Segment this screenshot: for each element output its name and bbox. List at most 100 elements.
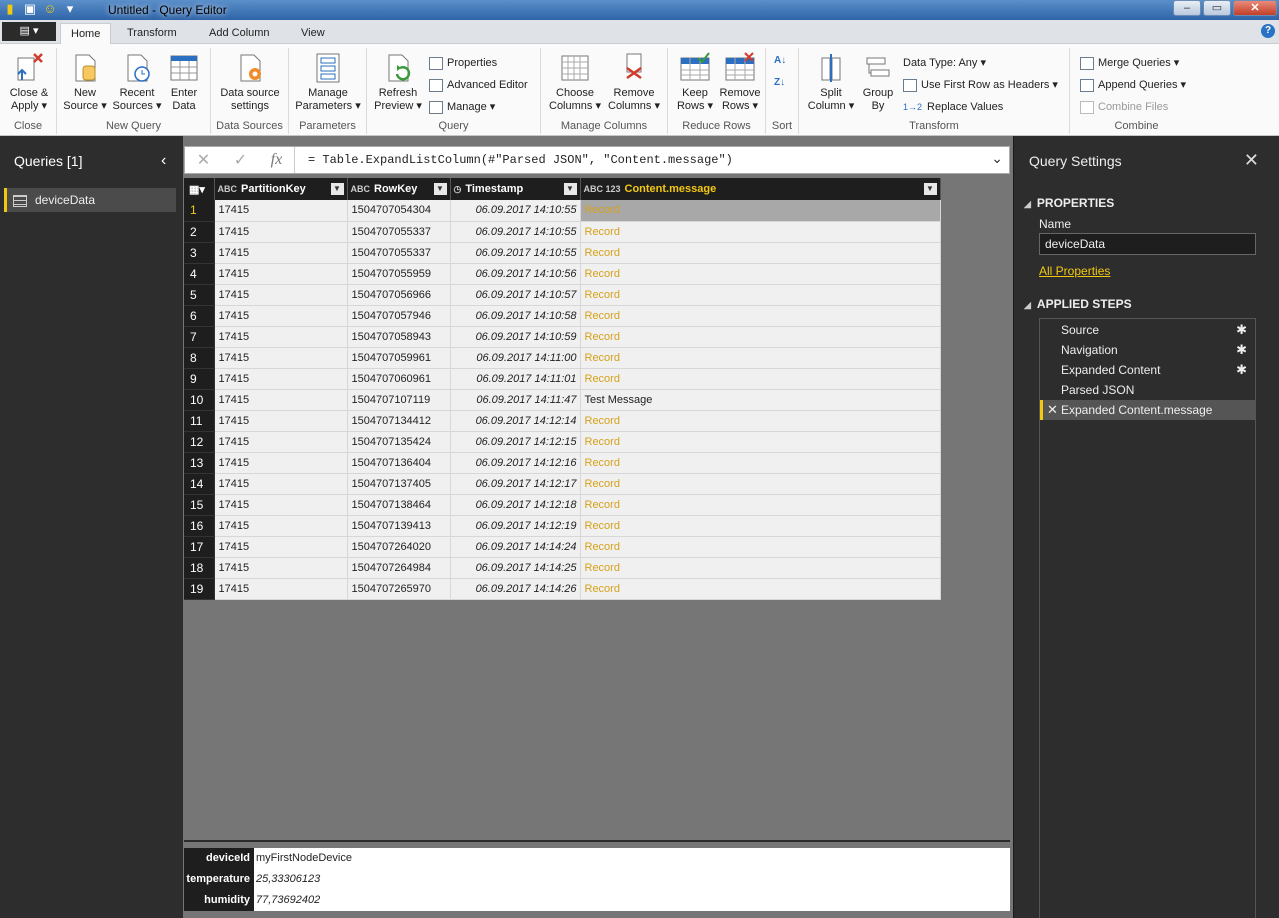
- row-number[interactable]: 18: [184, 557, 215, 579]
- maximize-button[interactable]: ▭: [1203, 0, 1231, 16]
- keep-rows-button[interactable]: Keep Rows ▾: [674, 50, 716, 113]
- row-key-cell[interactable]: 1504707264984: [347, 557, 451, 579]
- row-number[interactable]: 3: [184, 242, 215, 264]
- timestamp-cell[interactable]: 06.09.2017 14:11:01: [450, 368, 581, 390]
- help-icon[interactable]: ?: [1261, 24, 1275, 38]
- partition-key-cell[interactable]: 17415: [214, 263, 348, 285]
- detail-value[interactable]: myFirstNodeDevice: [254, 848, 1010, 869]
- row-number[interactable]: 14: [184, 473, 215, 495]
- content-message-cell[interactable]: Record: [580, 263, 941, 285]
- step-settings-gear-icon[interactable]: ✱: [1236, 360, 1247, 380]
- content-message-cell[interactable]: Record: [580, 200, 941, 222]
- group-by-button[interactable]: Group By: [859, 50, 897, 113]
- row-number[interactable]: 9: [184, 368, 215, 390]
- content-message-cell[interactable]: Record: [580, 557, 941, 579]
- content-message-cell[interactable]: Record: [580, 536, 941, 558]
- new-source-button[interactable]: New Source ▾: [61, 50, 109, 113]
- column-type-icon[interactable]: ABC: [218, 184, 238, 194]
- close-apply-button[interactable]: Close & Apply ▾: [6, 50, 52, 113]
- row-key-cell[interactable]: 1504707057946: [347, 305, 451, 327]
- row-key-cell[interactable]: 1504707055959: [347, 263, 451, 285]
- partition-key-cell[interactable]: 17415: [214, 578, 348, 600]
- timestamp-cell[interactable]: 06.09.2017 14:10:58: [450, 305, 581, 327]
- timestamp-cell[interactable]: 06.09.2017 14:10:57: [450, 284, 581, 306]
- enter-data-button[interactable]: Enter Data: [165, 50, 203, 113]
- timestamp-cell[interactable]: 06.09.2017 14:14:25: [450, 557, 581, 579]
- detail-value[interactable]: 77,73692402: [254, 890, 1010, 911]
- applied-steps-section[interactable]: ◢ APPLIED STEPS: [1024, 297, 1132, 311]
- row-number[interactable]: 8: [184, 347, 215, 369]
- row-key-cell[interactable]: 1504707264020: [347, 536, 451, 558]
- row-key-cell[interactable]: 1504707265970: [347, 578, 451, 600]
- query-name-input[interactable]: deviceData: [1039, 233, 1256, 255]
- partition-key-cell[interactable]: 17415: [214, 221, 348, 243]
- partition-key-cell[interactable]: 17415: [214, 452, 348, 474]
- content-message-cell[interactable]: Record: [580, 326, 941, 348]
- table-menu-icon[interactable]: ▦▾: [184, 178, 215, 200]
- row-key-cell[interactable]: 1504707058943: [347, 326, 451, 348]
- applied-step[interactable]: ✕ Expanded Content.message: [1040, 400, 1255, 420]
- all-properties-link[interactable]: All Properties: [1039, 264, 1110, 278]
- tab-transform[interactable]: Transform: [117, 23, 187, 44]
- use-first-row-headers-button[interactable]: Use First Row as Headers ▾: [903, 76, 1058, 94]
- timestamp-cell[interactable]: 06.09.2017 14:10:55: [450, 242, 581, 264]
- row-number[interactable]: 1: [184, 200, 215, 222]
- content-message-cell[interactable]: Record: [580, 452, 941, 474]
- row-number[interactable]: 13: [184, 452, 215, 474]
- row-key-cell[interactable]: 1504707137405: [347, 473, 451, 495]
- timestamp-cell[interactable]: 06.09.2017 14:11:47: [450, 389, 581, 411]
- minimize-button[interactable]: –: [1173, 0, 1201, 16]
- partition-key-cell[interactable]: 17415: [214, 242, 348, 264]
- timestamp-cell[interactable]: 06.09.2017 14:10:56: [450, 263, 581, 285]
- row-number[interactable]: 7: [184, 326, 215, 348]
- column-header-1[interactable]: ABC RowKey ▼: [347, 178, 451, 200]
- row-number[interactable]: 10: [184, 389, 215, 411]
- cancel-formula-icon[interactable]: ✕: [197, 150, 210, 170]
- partition-key-cell[interactable]: 17415: [214, 284, 348, 306]
- step-settings-gear-icon[interactable]: ✱: [1236, 320, 1247, 340]
- step-settings-gear-icon[interactable]: ✱: [1236, 340, 1247, 360]
- data-source-settings-button[interactable]: Data source settings: [215, 50, 285, 113]
- partition-key-cell[interactable]: 17415: [214, 557, 348, 579]
- advanced-editor-button[interactable]: Advanced Editor: [429, 76, 528, 94]
- content-message-cell[interactable]: Record: [580, 494, 941, 516]
- content-message-cell[interactable]: Record: [580, 284, 941, 306]
- row-key-cell[interactable]: 1504707138464: [347, 494, 451, 516]
- remove-columns-button[interactable]: Remove Columns ▾: [605, 50, 663, 113]
- manage-parameters-button[interactable]: Manage Parameters ▾: [291, 50, 365, 113]
- row-key-cell[interactable]: 1504707055337: [347, 242, 451, 264]
- column-type-icon[interactable]: ABC 123: [584, 184, 621, 194]
- row-key-cell[interactable]: 1504707059961: [347, 347, 451, 369]
- row-number[interactable]: 5: [184, 284, 215, 306]
- collapse-queries-icon[interactable]: ‹: [161, 152, 166, 170]
- timestamp-cell[interactable]: 06.09.2017 14:12:15: [450, 431, 581, 453]
- row-number[interactable]: 11: [184, 410, 215, 432]
- partition-key-cell[interactable]: 17415: [214, 473, 348, 495]
- row-number[interactable]: 4: [184, 263, 215, 285]
- column-header-0[interactable]: ABC PartitionKey ▼: [214, 178, 348, 200]
- tab-home[interactable]: Home: [60, 23, 112, 44]
- timestamp-cell[interactable]: 06.09.2017 14:10:59: [450, 326, 581, 348]
- combine-files-button[interactable]: Combine Files: [1080, 98, 1168, 116]
- partition-key-cell[interactable]: 17415: [214, 410, 348, 432]
- row-key-cell[interactable]: 1504707055337: [347, 221, 451, 243]
- content-message-cell[interactable]: Record: [580, 410, 941, 432]
- timestamp-cell[interactable]: 06.09.2017 14:12:14: [450, 410, 581, 432]
- applied-step[interactable]: Parsed JSON: [1040, 380, 1255, 400]
- content-message-cell[interactable]: Record: [580, 578, 941, 600]
- column-filter-dropdown-icon[interactable]: ▼: [923, 183, 937, 195]
- content-message-cell[interactable]: Record: [580, 368, 941, 390]
- partition-key-cell[interactable]: 17415: [214, 431, 348, 453]
- expand-formula-icon[interactable]: ⌄: [991, 150, 1003, 167]
- partition-key-cell[interactable]: 17415: [214, 200, 348, 222]
- content-message-cell[interactable]: Record: [580, 347, 941, 369]
- applied-step[interactable]: Expanded Content ✱: [1040, 360, 1255, 380]
- timestamp-cell[interactable]: 06.09.2017 14:12:18: [450, 494, 581, 516]
- file-menu-button[interactable]: ▤ ▾: [2, 22, 56, 41]
- timestamp-cell[interactable]: 06.09.2017 14:10:55: [450, 200, 581, 222]
- row-number[interactable]: 15: [184, 494, 215, 516]
- row-key-cell[interactable]: 1504707139413: [347, 515, 451, 537]
- timestamp-cell[interactable]: 06.09.2017 14:14:26: [450, 578, 581, 600]
- partition-key-cell[interactable]: 17415: [214, 347, 348, 369]
- timestamp-cell[interactable]: 06.09.2017 14:10:55: [450, 221, 581, 243]
